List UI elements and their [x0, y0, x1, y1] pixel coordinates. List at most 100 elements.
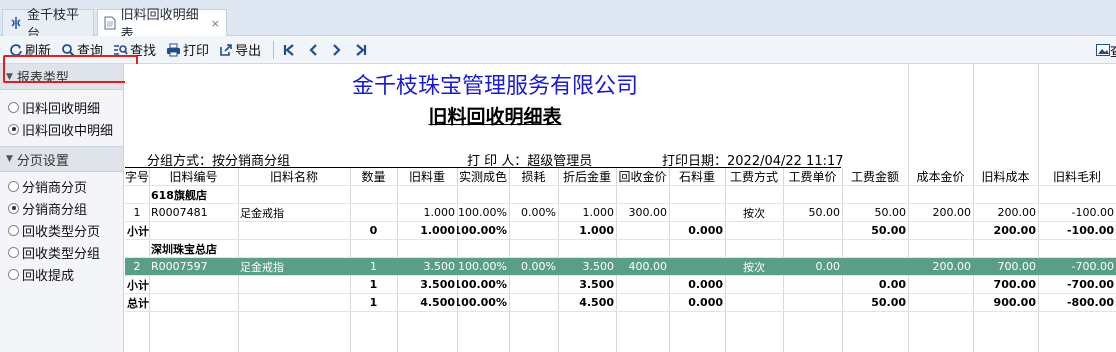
column-header[interactable]: 字号	[125, 168, 149, 185]
image-button[interactable]: 查	[1092, 40, 1116, 60]
table-cell: -100.00	[1066, 224, 1114, 237]
table-cell: 100.00%	[458, 206, 507, 219]
column-header[interactable]: 工费单价	[783, 168, 842, 185]
radio-icon	[8, 268, 19, 280]
chevron-left-icon	[309, 43, 317, 56]
tab-platform[interactable]: 金千枝平台	[2, 8, 94, 42]
next-page-button[interactable]	[327, 39, 347, 61]
report-type-header[interactable]: ▼ 报表类型	[0, 64, 123, 90]
group-header-row[interactable]: 深圳珠宝总店	[125, 240, 1116, 258]
column-header[interactable]: 旧料名称	[238, 168, 350, 185]
right-label: 查	[1110, 41, 1116, 60]
table-cell: 3.500	[420, 278, 455, 291]
radio-report-mid-detail[interactable]: 旧料回收中明细	[0, 118, 123, 140]
column-header[interactable]: 回收金价	[616, 168, 669, 185]
column-header[interactable]: 石料重	[669, 168, 725, 185]
previous-page-button[interactable]	[303, 39, 323, 61]
radio-paging-type-page[interactable]: 回收类型分页	[0, 219, 123, 241]
table-cell: 0.00	[815, 260, 841, 273]
radio-selected-icon	[8, 123, 19, 135]
table-cell: -800.00	[1066, 296, 1114, 309]
radio-label: 分销商分组	[22, 202, 88, 218]
column-header[interactable]: 旧料重	[397, 168, 457, 185]
column-header[interactable]: 数量	[350, 168, 397, 185]
collapse-arrow-icon: ▼	[6, 154, 13, 164]
table-cell: 按次	[743, 206, 765, 220]
column-header[interactable]: 损耗	[509, 168, 558, 185]
toolbar: 刷新 查询 查找 打印 导出	[0, 36, 1116, 64]
table-cell: 1.000	[423, 206, 456, 219]
column-header[interactable]: 实测成色	[457, 168, 509, 185]
paging-header[interactable]: ▼ 分页设置	[0, 146, 123, 172]
image-icon	[1096, 44, 1110, 56]
table-cell: -700.00	[1066, 278, 1114, 291]
search-icon	[62, 43, 75, 57]
column-header[interactable]: 工费方式	[725, 168, 783, 185]
subtotal-row[interactable]: 小计 1 3.500 100.00% 3.500 0.000 0.00 700.00 -700.…	[125, 276, 1116, 294]
column-header[interactable]: 旧料成本	[973, 168, 1038, 185]
query-button[interactable]: 查询	[58, 39, 106, 61]
radio-paging-distributor-page[interactable]: 分销商分页	[0, 175, 123, 197]
table-row[interactable]: 2 R0007597 足金戒指 1 3.500 100.00% 0.00% 3.500 400.…	[125, 258, 1116, 276]
total-row[interactable]: 总计 1 4.500 100.00% 4.500 0.000 50.00 900.00 -800…	[125, 294, 1116, 312]
print-button[interactable]: 打印	[163, 39, 212, 61]
table-cell: 3.500	[423, 260, 456, 273]
radio-paging-type-group[interactable]: 回收类型分组	[0, 241, 123, 263]
table-cell: 1	[369, 278, 378, 291]
table-cell: 100.00%	[458, 260, 507, 273]
radio-icon	[8, 224, 19, 236]
radio-paging-distributor-group[interactable]: 分销商分组	[0, 197, 123, 219]
table-cell: 900.00	[993, 296, 1036, 309]
table-cell: 400.00	[628, 260, 668, 273]
find-list-icon	[114, 44, 128, 55]
radio-paging-commission[interactable]: 回收提成	[0, 263, 123, 285]
subtotal-row[interactable]: 小计 0 1.000 100.00% 1.000 0.000 50.00 200.00 -100…	[125, 222, 1116, 240]
find-label: 查找	[130, 44, 157, 59]
export-label: 导出	[235, 44, 262, 59]
table-cell: 0.00	[878, 278, 906, 291]
column-header[interactable]: 工费金额	[842, 168, 908, 185]
column-header[interactable]: 旧料毛利	[1038, 168, 1116, 185]
radio-report-detail[interactable]: 旧料回收明细	[0, 96, 123, 118]
close-icon[interactable]: ×	[211, 17, 220, 30]
radio-label: 分销商分页	[22, 180, 88, 196]
table-cell: 1.000	[420, 224, 455, 237]
last-page-button[interactable]	[351, 39, 371, 61]
document-icon	[104, 16, 117, 30]
paging-title: 分页设置	[16, 153, 69, 169]
first-page-button[interactable]	[279, 39, 299, 61]
table-cell: 0.000	[688, 278, 723, 291]
last-page-icon	[356, 43, 367, 56]
table-cell: R0007597	[151, 260, 208, 273]
table-cell: 0.000	[688, 296, 723, 309]
table-cell: 200.00	[997, 206, 1037, 219]
table-row[interactable]: 1 R0007481 足金戒指 1.000 100.00% 0.00% 1.000 300.0…	[125, 204, 1116, 222]
table-cell: R0007481	[151, 206, 208, 219]
table-header: 字号 旧料编号 旧料名称 数量 旧料重 实测成色 损耗 折后金重 回收金价 石料重 工费方式 工费单价…	[125, 168, 1116, 186]
options-panel: ▼ 报表类型 旧料回收明细 旧料回收中明细 ▼ 分页设置 分销商分页 分销商分组…	[0, 64, 124, 352]
table-cell: 小计	[127, 224, 149, 238]
table-cell: 按次	[743, 260, 765, 274]
table-cell: 618旗舰店	[151, 188, 207, 202]
report-view: 金千枝珠宝管理服务有限公司 旧料回收明细表 分组方式：按分销商分组 打 印 人：…	[125, 64, 1116, 352]
table-cell: 2	[133, 260, 141, 273]
find-button[interactable]: 查找	[110, 39, 159, 61]
radio-label: 回收提成	[22, 268, 75, 284]
column-header[interactable]: 旧料编号	[149, 168, 238, 185]
column-header[interactable]: 折后金重	[558, 168, 616, 185]
export-button[interactable]: 导出	[216, 39, 264, 61]
print-label: 打印	[183, 44, 210, 59]
company-name: 金千枝珠宝管理服务有限公司	[351, 74, 638, 99]
column-header[interactable]: 成本金价	[908, 168, 973, 185]
table-cell: 1	[133, 206, 141, 219]
tab-report[interactable]: 旧料回收明细表 ×	[97, 8, 227, 42]
table-cell: 300.00	[628, 206, 668, 219]
radio-label: 回收类型分页	[22, 224, 101, 240]
table-cell: 100.00%	[457, 224, 507, 237]
group-header-row[interactable]: 618旗舰店	[125, 186, 1116, 204]
table-cell: -100.00	[1071, 206, 1114, 219]
refresh-button[interactable]: 刷新	[6, 39, 54, 61]
table-cell: 50.00	[808, 206, 841, 219]
radio-icon	[8, 180, 19, 192]
radio-icon	[8, 101, 19, 113]
